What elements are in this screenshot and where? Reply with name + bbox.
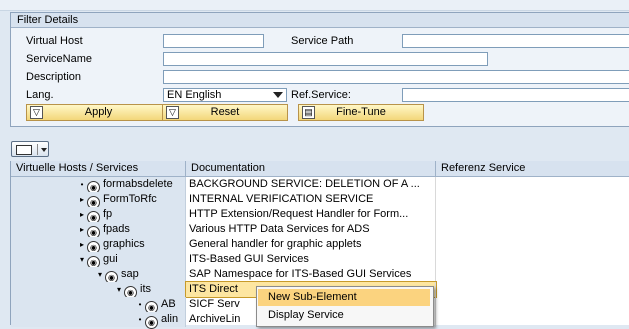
ref-service-label: Ref.Service: (291, 89, 351, 101)
tree-node[interactable]: ▾ ◉ its (114, 282, 151, 299)
reset-button[interactable]: ▽ Reset (162, 104, 288, 121)
documentation-cell: INTERNAL VERIFICATION SERVICE (186, 192, 436, 207)
node-label: FormToRfc (103, 193, 157, 205)
tree-node[interactable]: ▸ ◉ fpads (77, 222, 130, 239)
table-row[interactable]: ▸ ◉ fpads Various HTTP Data Services for A… (11, 222, 629, 239)
reference-cell (436, 192, 629, 207)
reference-cell (436, 222, 629, 237)
tree-node[interactable]: • ◉ formabsdelete (77, 177, 173, 194)
column-header-reference[interactable]: Referenz Service (436, 161, 629, 176)
expand-arrow-icon[interactable]: ▸ (77, 207, 87, 222)
column-header-documentation[interactable]: Documentation (186, 161, 436, 176)
node-label: formabsdelete (103, 178, 173, 190)
table-row[interactable]: ▾ ◉ gui ITS-Based GUI Services (11, 252, 629, 269)
service-path-input[interactable] (402, 34, 629, 48)
tree-node[interactable]: ▸ ◉ graphics (77, 237, 145, 254)
expand-arrow-icon[interactable]: ▸ (77, 222, 87, 237)
reference-cell (436, 207, 629, 222)
table-row[interactable]: ▸ ◉ FormToRfc INTERNAL VERIFICATION SERVIC… (11, 192, 629, 209)
chevron-down-icon[interactable] (41, 148, 47, 152)
fine-tune-button-label: Fine-Tune (336, 106, 386, 118)
collapse-arrow-icon[interactable]: ▾ (95, 267, 105, 282)
menu-item-display-service[interactable]: Display Service (258, 307, 430, 324)
node-label: AB (161, 298, 176, 310)
print-button[interactable] (11, 141, 49, 157)
node-label: alin (161, 313, 179, 325)
column-header-hosts[interactable]: Virtuelle Hosts / Services (11, 161, 186, 176)
expand-arrow-icon[interactable]: ▸ (77, 237, 87, 252)
node-label: gui (103, 253, 118, 265)
top-strip (0, 0, 629, 11)
reference-cell (436, 297, 629, 312)
virtual-host-label: Virtual Host (26, 35, 83, 47)
collapse-arrow-icon[interactable]: ▾ (77, 252, 87, 267)
lang-label: Lang. (26, 89, 54, 101)
reset-filter-icon: ▽ (166, 106, 179, 119)
service-path-label: Service Path (291, 35, 354, 47)
virtual-host-input[interactable] (163, 34, 264, 48)
documentation-cell: HTTP Extension/Request Handler for Form.… (186, 207, 436, 222)
printer-icon (16, 145, 32, 155)
grid-header: Virtuelle Hosts / Services Documentation… (11, 161, 629, 177)
reference-cell (436, 282, 629, 297)
tree-node[interactable]: ▾ ◉ sap (95, 267, 139, 284)
table-row[interactable]: ▸ ◉ fp HTTP Extension/Request Handler for … (11, 207, 629, 224)
table-row[interactable]: ▸ ◉ graphics General handler for graphic a… (11, 237, 629, 254)
documentation-cell: Various HTTP Data Services for ADS (186, 222, 436, 237)
filter-details-panel: Filter Details Virtual Host Service Path… (10, 12, 629, 127)
context-menu: New Sub-Element Display Service (256, 286, 434, 327)
apply-button-label: Apply (84, 106, 113, 118)
leaf-bullet-icon: • (138, 300, 142, 309)
node-label: fp (103, 208, 113, 220)
expand-arrow-icon[interactable]: ▸ (77, 192, 87, 207)
menu-item-new-sub-element[interactable]: New Sub-Element (258, 289, 430, 306)
node-label: graphics (103, 238, 145, 250)
tree-node[interactable]: ▸ ◉ fp (77, 207, 113, 224)
tree-node[interactable]: • ◉ AB (135, 297, 176, 314)
node-label: sap (121, 268, 139, 280)
node-label: its (140, 283, 151, 295)
collapse-arrow-icon[interactable]: ▾ (114, 282, 124, 297)
reference-cell (436, 237, 629, 252)
reset-button-label: Reset (210, 106, 240, 118)
node-label: fpads (103, 223, 130, 235)
documentation-cell: General handler for graphic applets (186, 237, 436, 252)
filter-icon: ▽ (30, 106, 43, 119)
fine-tune-icon: ▤ (302, 106, 315, 119)
reference-cell (436, 267, 629, 282)
apply-button[interactable]: ▽ Apply (26, 104, 171, 121)
reference-cell (436, 252, 629, 267)
reference-cell (436, 177, 629, 192)
documentation-cell: BACKGROUND SERVICE: DELETION OF A ... (186, 177, 436, 192)
description-input[interactable] (163, 70, 629, 84)
ref-service-input[interactable] (402, 88, 629, 102)
service-name-input[interactable] (163, 52, 488, 66)
lang-value: EN English (167, 89, 222, 101)
service-name-label: ServiceName (26, 53, 93, 65)
fine-tune-button[interactable]: ▤ Fine-Tune (298, 104, 424, 121)
leaf-bullet-icon: • (80, 180, 84, 189)
chevron-down-icon[interactable] (273, 92, 283, 98)
description-label: Description (26, 71, 82, 83)
documentation-cell: SAP Namespace for ITS-Based GUI Services (186, 267, 436, 282)
filter-details-title: Filter Details (11, 13, 629, 28)
lang-select[interactable]: EN English (163, 88, 287, 102)
service-globe-icon: ◉ (145, 316, 158, 329)
documentation-cell: ITS-Based GUI Services (186, 252, 436, 267)
tree-node[interactable]: ▾ ◉ gui (77, 252, 118, 269)
tree-node[interactable]: ▸ ◉ FormToRfc (77, 192, 157, 209)
table-row[interactable]: ▾ ◉ sap SAP Namespace for ITS-Based GUI Se… (11, 267, 629, 284)
table-row[interactable]: • ◉ formabsdelete BACKGROUND SERVICE: DELE… (11, 177, 629, 194)
separator (37, 144, 38, 155)
